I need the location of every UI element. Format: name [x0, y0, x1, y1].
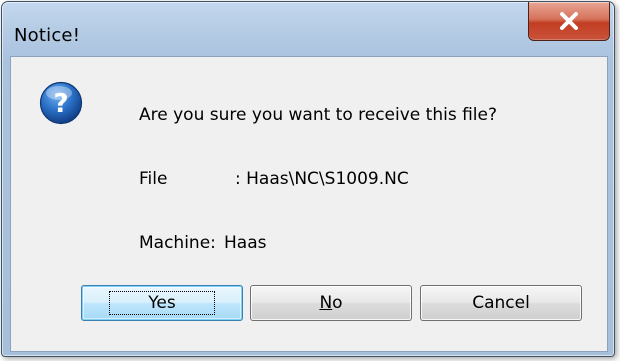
- no-button-mnemonic: N: [319, 293, 333, 313]
- dialog-window: Notice! ? Are you sure you want to recei…: [1, 1, 615, 357]
- close-icon: [560, 12, 578, 30]
- dialog-body: ? Are you sure you want to receive this …: [10, 56, 608, 352]
- file-label: File: [139, 169, 168, 189]
- file-path-value: : Haas\NC\S1009.NC: [235, 169, 409, 189]
- no-button-label: No: [319, 293, 342, 313]
- machine-label: Machine:: [139, 233, 216, 253]
- close-button[interactable]: [528, 2, 610, 41]
- window-title: Notice!: [14, 25, 81, 46]
- cancel-button-label: Cancel: [472, 293, 530, 313]
- yes-button[interactable]: Yes: [81, 285, 243, 321]
- no-button-label-rest: o: [332, 293, 343, 313]
- svg-text:?: ?: [53, 89, 68, 119]
- confirmation-message: Are you sure you want to receive this fi…: [139, 105, 497, 125]
- yes-button-label: Yes: [109, 291, 215, 315]
- question-icon: ?: [39, 81, 83, 125]
- machine-value: Haas: [224, 233, 267, 253]
- no-button[interactable]: No: [250, 285, 412, 321]
- cancel-button[interactable]: Cancel: [420, 285, 582, 321]
